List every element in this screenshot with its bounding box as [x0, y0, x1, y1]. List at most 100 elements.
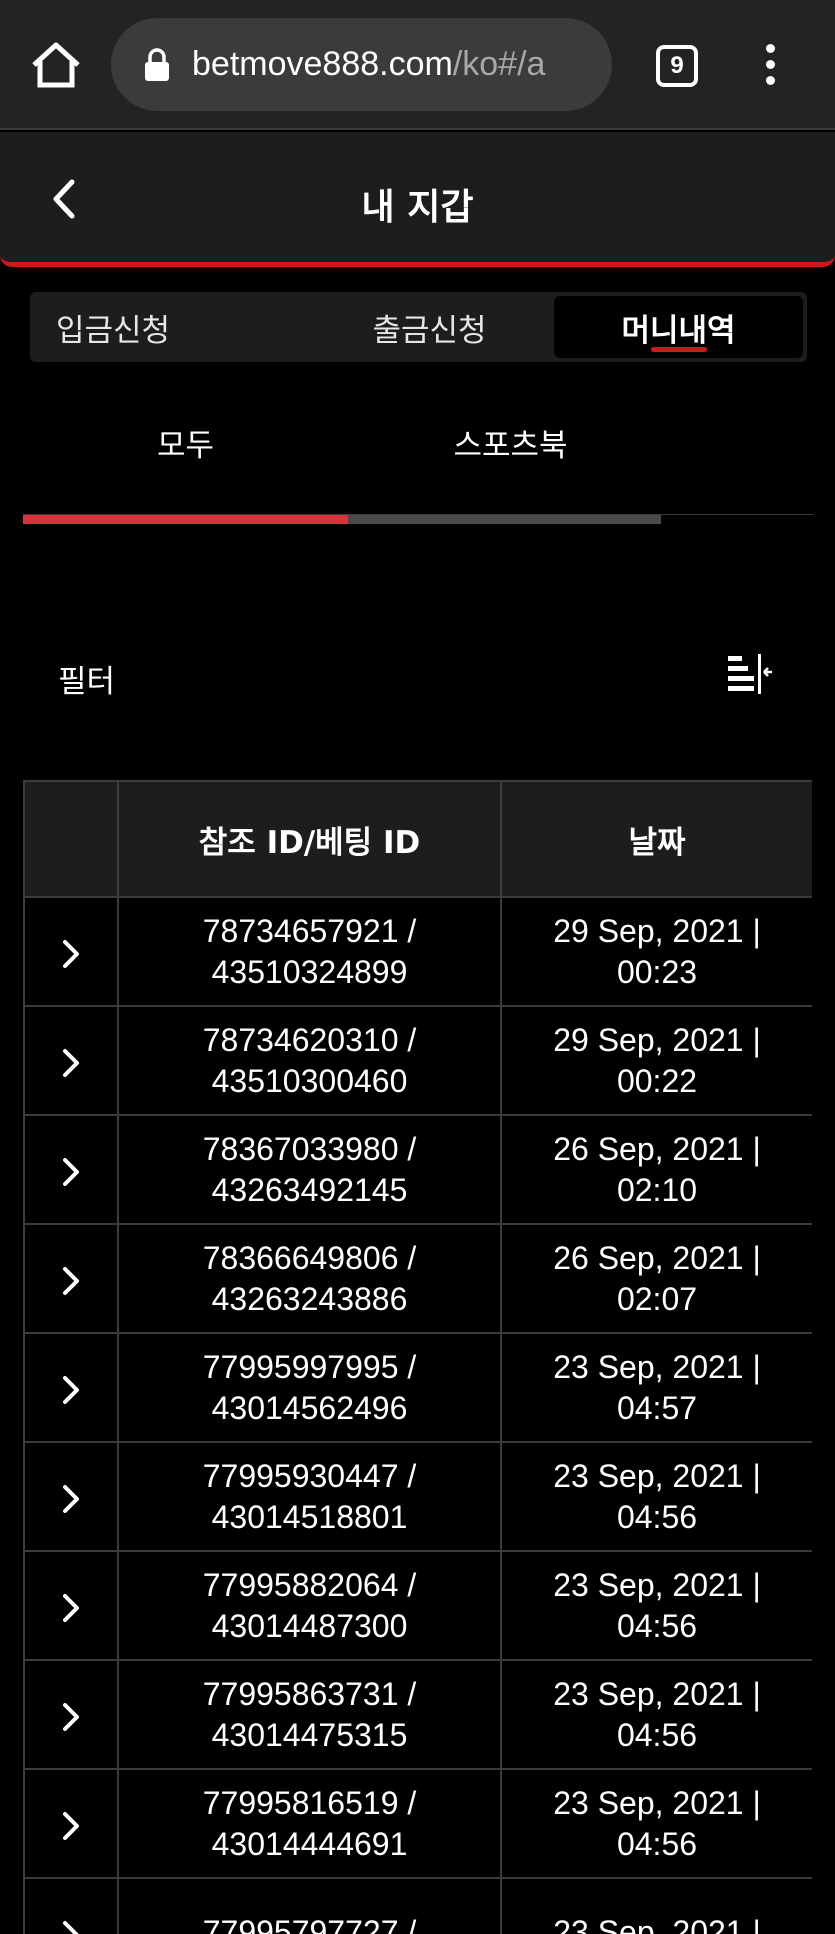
- chevron-right-icon[interactable]: [60, 937, 82, 971]
- reference-id: 78734657921 /: [202, 912, 417, 949]
- table-row[interactable]: 77995797727 / 23 Sep, 2021 |: [23, 1877, 812, 1934]
- table-row[interactable]: 77995816519 / 43014444691 23 Sep, 2021 | 04…: [23, 1768, 812, 1879]
- row-expand-cell[interactable]: [23, 1659, 119, 1770]
- url-text: betmove888.com/ko#/a: [192, 45, 545, 84]
- bet-id: 43263492145: [211, 1171, 408, 1208]
- subtab-casino[interactable]: 카: [673, 420, 813, 480]
- ref-bet-id-cell: 77995863731 / 43014475315: [117, 1659, 502, 1770]
- chevron-right-icon[interactable]: [60, 1591, 82, 1625]
- transaction-time: 00:23: [616, 953, 698, 990]
- chevron-right-icon[interactable]: [60, 1046, 82, 1080]
- bet-id: 43510300460: [211, 1062, 408, 1099]
- table-row[interactable]: 77995863731 / 43014475315 23 Sep, 2021 | 04…: [23, 1659, 812, 1770]
- date-cell: 23 Sep, 2021 |: [500, 1877, 812, 1934]
- row-expand-cell[interactable]: [23, 1441, 119, 1552]
- transaction-date: 23 Sep, 2021 |: [553, 1914, 761, 1934]
- address-bar[interactable]: betmove888.com/ko#/a: [111, 18, 612, 111]
- transaction-time: 00:22: [616, 1062, 698, 1099]
- ref-bet-id-cell: 77995816519 / 43014444691: [117, 1768, 502, 1879]
- transaction-date: 23 Sep, 2021 |: [553, 1348, 761, 1385]
- date-cell: 29 Sep, 2021 | 00:23: [500, 896, 812, 1007]
- table-row[interactable]: 78734657921 / 43510324899 29 Sep, 2021 | 00…: [23, 896, 812, 1007]
- chevron-right-icon[interactable]: [60, 1373, 82, 1407]
- date-cell: 23 Sep, 2021 | 04:57: [500, 1332, 812, 1443]
- row-expand-cell[interactable]: [23, 896, 119, 1007]
- bet-id: 43014444691: [211, 1825, 408, 1862]
- tab-deposit[interactable]: 입금신청: [34, 296, 305, 358]
- chevron-right-icon[interactable]: [60, 1809, 82, 1843]
- subtab-all[interactable]: 모두: [23, 420, 348, 480]
- subtab-sportsbook[interactable]: 스포츠북: [348, 420, 673, 480]
- wallet-tabs: 입금신청 출금신청 머니내역: [30, 292, 807, 362]
- chevron-right-icon[interactable]: [60, 1482, 82, 1516]
- reference-id: 78366649806 /: [202, 1239, 417, 1276]
- active-tab-indicator: [23, 515, 348, 524]
- ref-bet-id-cell: 77995997995 / 43014562496: [117, 1332, 502, 1443]
- table-row[interactable]: 77995882064 / 43014487300 23 Sep, 2021 | 04…: [23, 1550, 812, 1661]
- table-row[interactable]: 78366649806 / 43263243886 26 Sep, 2021 | 02…: [23, 1223, 812, 1334]
- bet-id: 43014475315: [211, 1716, 408, 1753]
- table-row[interactable]: 77995930447 / 43014518801 23 Sep, 2021 | 04…: [23, 1441, 812, 1552]
- table-header-row: 참조 ID/베팅 ID 날짜: [23, 780, 812, 898]
- row-expand-cell[interactable]: [23, 1877, 119, 1934]
- reference-id: 77995997995 /: [202, 1348, 417, 1385]
- bet-id: 43263243886: [211, 1280, 408, 1317]
- ref-bet-id-cell: 78734657921 / 43510324899: [117, 896, 502, 1007]
- url-path: /ko#/a: [452, 45, 546, 83]
- history-table: 참조 ID/베팅 ID 날짜 78734657921 / 43510324899 2…: [23, 780, 812, 1934]
- table-row[interactable]: 78367033980 / 43263492145 26 Sep, 2021 | 02…: [23, 1114, 812, 1225]
- row-expand-cell[interactable]: [23, 1223, 119, 1334]
- tab-withdraw[interactable]: 출금신청: [305, 296, 554, 358]
- transaction-time: 04:56: [616, 1607, 698, 1644]
- transaction-date: 29 Sep, 2021 |: [553, 912, 761, 949]
- ref-bet-id-cell: 77995930447 / 43014518801: [117, 1441, 502, 1552]
- transaction-time: 04:56: [616, 1498, 698, 1535]
- transaction-date: 23 Sep, 2021 |: [553, 1675, 761, 1712]
- reference-id: 77995797727 /: [202, 1914, 417, 1934]
- date-cell: 23 Sep, 2021 | 04:56: [500, 1550, 812, 1661]
- tab-scroll-indicator[interactable]: [23, 514, 813, 524]
- transaction-date: 26 Sep, 2021 |: [553, 1130, 761, 1167]
- browser-toolbar: betmove888.com/ko#/a 9: [0, 0, 835, 130]
- reference-id: 77995930447 /: [202, 1457, 417, 1494]
- header-expand: [23, 780, 119, 898]
- history-table-container[interactable]: 참조 ID/베팅 ID 날짜 78734657921 / 43510324899 2…: [23, 780, 812, 1934]
- reference-id: 77995882064 /: [202, 1566, 417, 1603]
- row-expand-cell[interactable]: [23, 1332, 119, 1443]
- transaction-date: 29 Sep, 2021 |: [553, 1021, 761, 1058]
- home-icon[interactable]: [28, 40, 84, 90]
- table-row[interactable]: 77995997995 / 43014562496 23 Sep, 2021 | 04…: [23, 1332, 812, 1443]
- browser-menu-icon[interactable]: [755, 44, 785, 88]
- filter-toggle-icon[interactable]: [726, 652, 778, 696]
- bet-id: 43510324899: [211, 953, 408, 990]
- transaction-time: 04:57: [616, 1389, 698, 1426]
- tab-money-history[interactable]: 머니내역: [554, 296, 803, 358]
- transaction-date: 23 Sep, 2021 |: [553, 1457, 761, 1494]
- bet-id: 43014487300: [211, 1607, 408, 1644]
- tab-switcher-button[interactable]: 9: [656, 45, 698, 87]
- category-tabs: 모두 스포츠북 카: [23, 420, 813, 480]
- row-expand-cell[interactable]: [23, 1768, 119, 1879]
- ref-bet-id-cell: 78734620310 / 43510300460: [117, 1005, 502, 1116]
- row-expand-cell[interactable]: [23, 1005, 119, 1116]
- chevron-right-icon[interactable]: [60, 1155, 82, 1189]
- page-title: 내 지갑: [361, 187, 474, 228]
- transaction-date: 23 Sep, 2021 |: [553, 1566, 761, 1603]
- chevron-right-icon[interactable]: [60, 1918, 82, 1934]
- ref-bet-id-cell: 78367033980 / 43263492145: [117, 1114, 502, 1225]
- transaction-time: 02:07: [616, 1280, 698, 1317]
- date-cell: 23 Sep, 2021 | 04:56: [500, 1659, 812, 1770]
- transaction-date: 23 Sep, 2021 |: [553, 1784, 761, 1821]
- url-host: betmove888.com: [192, 45, 453, 83]
- reference-id: 77995816519 /: [202, 1784, 417, 1821]
- header-ref-bet-id: 참조 ID/베팅 ID: [117, 780, 502, 898]
- chevron-right-icon[interactable]: [60, 1700, 82, 1734]
- date-cell: 23 Sep, 2021 | 04:56: [500, 1768, 812, 1879]
- chevron-right-icon[interactable]: [60, 1264, 82, 1298]
- table-row[interactable]: 78734620310 / 43510300460 29 Sep, 2021 | 00…: [23, 1005, 812, 1116]
- row-expand-cell[interactable]: [23, 1550, 119, 1661]
- transaction-time: 04:56: [616, 1825, 698, 1862]
- row-expand-cell[interactable]: [23, 1114, 119, 1225]
- date-cell: 26 Sep, 2021 | 02:10: [500, 1114, 812, 1225]
- transaction-date: 26 Sep, 2021 |: [553, 1239, 761, 1276]
